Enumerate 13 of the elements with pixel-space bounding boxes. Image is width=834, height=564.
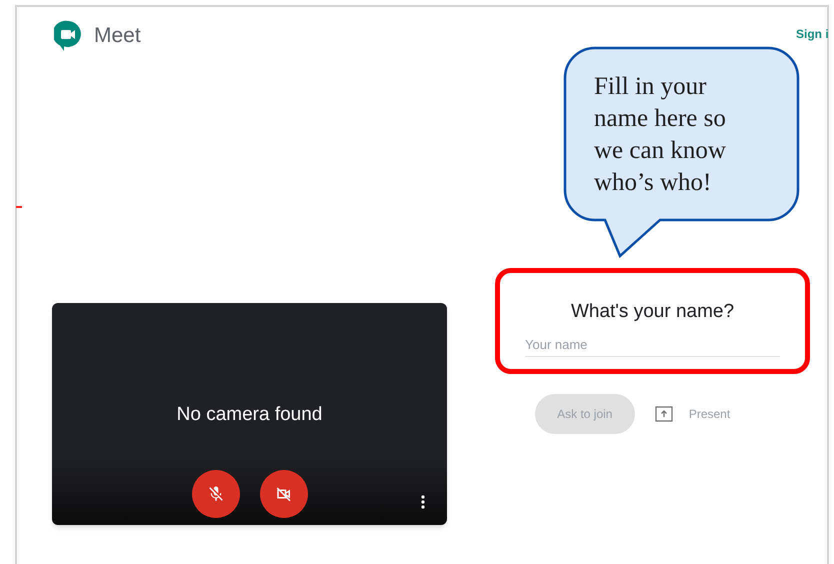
app-name: Meet xyxy=(94,23,141,50)
meet-logo-icon xyxy=(54,20,82,52)
present-icon xyxy=(654,406,673,422)
mic-off-icon xyxy=(206,484,224,502)
dash-mark xyxy=(16,206,22,208)
present-button[interactable]: Present xyxy=(654,405,730,423)
callout-text: Fill in your name here so we can know who’s who! xyxy=(594,72,727,198)
camera-off-icon xyxy=(274,484,292,502)
no-camera-message: No camera found xyxy=(176,403,322,427)
more-options-icon[interactable] xyxy=(421,495,425,509)
name-field[interactable]: Your name xyxy=(525,334,780,357)
sign-in-link[interactable]: Sign i xyxy=(796,25,829,43)
name-question: What's your name? xyxy=(570,300,734,324)
